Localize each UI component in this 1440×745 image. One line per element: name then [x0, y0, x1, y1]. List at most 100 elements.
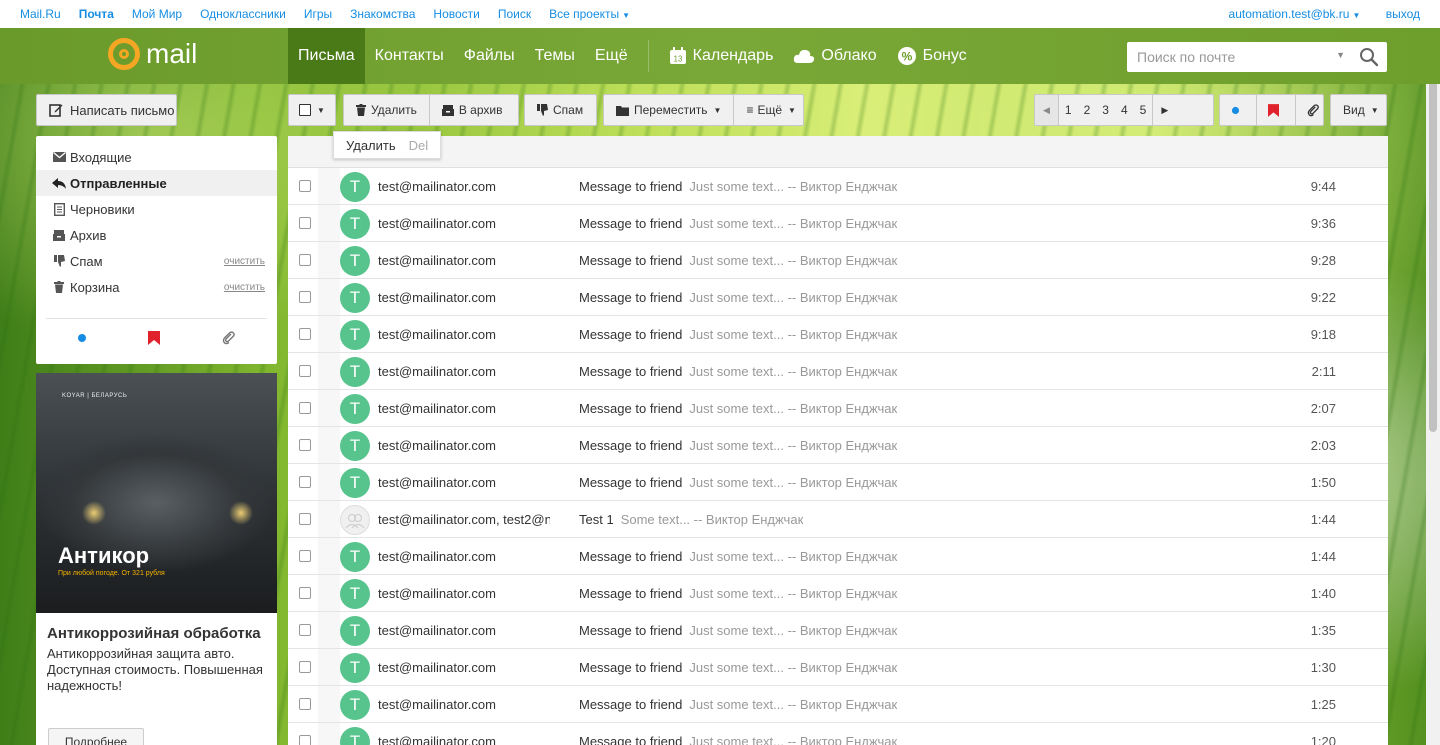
nav-more[interactable]: Ещё — [585, 28, 638, 84]
message-row[interactable]: Ttest@mailinator.com Message to friend Jus… — [288, 427, 1388, 464]
portal-link-games[interactable]: Игры — [304, 7, 332, 21]
portal-link-mail[interactable]: Почта — [79, 7, 114, 21]
folder-sent[interactable]: Отправленные — [36, 170, 277, 196]
select-all-dropdown[interactable]: ▼ — [288, 94, 336, 126]
message-checkbox[interactable] — [299, 291, 311, 303]
message-row[interactable]: Ttest@mailinator.com Message to friend Jus… — [288, 612, 1388, 649]
more-button[interactable]: ≡ Ещё ▼ — [733, 95, 808, 125]
message-row[interactable]: Ttest@mailinator.com Message to friend Jus… — [288, 390, 1388, 427]
folder-trash[interactable]: Корзина очистить — [36, 274, 277, 300]
portal-link-news[interactable]: Новости — [433, 7, 479, 21]
portal-link-myworld[interactable]: Мой Мир — [132, 7, 182, 21]
next-page-icon[interactable]: ▶ — [1152, 95, 1176, 125]
main-header: mail Письма Контакты Файлы Темы Ещё 13 К… — [0, 28, 1440, 84]
nav-themes[interactable]: Темы — [525, 28, 585, 84]
nav-letters[interactable]: Письма — [288, 28, 365, 84]
message-row[interactable]: Ttest@mailinator.com Message to friend Jus… — [288, 205, 1388, 242]
user-menu[interactable]: automation.test@bk.ru ▼ — [1229, 7, 1361, 21]
message-checkbox[interactable] — [299, 550, 311, 562]
message-row[interactable]: Ttest@mailinator.com Message to friend Jus… — [288, 279, 1388, 316]
message-checkbox[interactable] — [299, 217, 311, 229]
avatar-letter: T — [349, 695, 361, 714]
move-button[interactable]: Переместить ▼ — [604, 95, 733, 125]
logout-link[interactable]: выход — [1386, 7, 1420, 21]
message-checkbox[interactable] — [299, 661, 311, 673]
message-checkbox[interactable] — [299, 365, 311, 377]
flag-toggle-icon[interactable] — [1256, 95, 1295, 125]
message-row[interactable]: Ttest@mailinator.com Message to friend Jus… — [288, 723, 1388, 745]
portal-link-ok[interactable]: Одноклассники — [200, 7, 286, 21]
message-row[interactable]: Ttest@mailinator.com Message to friend Jus… — [288, 168, 1388, 205]
search-icon[interactable] — [1359, 47, 1379, 70]
attachment-filter-icon[interactable] — [222, 331, 236, 348]
message-row[interactable]: Ttest@mailinator.com Message to friend Jus… — [288, 538, 1388, 575]
message-checkbox[interactable] — [299, 439, 311, 451]
message-checkbox[interactable] — [299, 513, 311, 525]
message-checkbox[interactable] — [299, 476, 311, 488]
message-checkbox[interactable] — [299, 735, 311, 745]
nav-contacts[interactable]: Контакты — [365, 28, 454, 84]
chevron-down-icon: ▼ — [713, 105, 722, 115]
message-row[interactable]: Ttest@mailinator.com Message to friend Jus… — [288, 686, 1388, 723]
message-checkbox[interactable] — [299, 698, 311, 710]
message-row[interactable]: Ttest@mailinator.com Message to friend Jus… — [288, 575, 1388, 612]
page-scrollbar[interactable] — [1426, 28, 1440, 745]
prev-page-icon[interactable]: ◀ — [1035, 95, 1058, 125]
message-checkbox[interactable] — [299, 180, 311, 192]
nav-cloud[interactable]: Облако — [783, 28, 886, 84]
delete-button[interactable]: Удалить — [344, 95, 429, 125]
message-row[interactable]: Ttest@mailinator.com Message to friend Jus… — [288, 464, 1388, 501]
message-row[interactable]: Ttest@mailinator.com Message to friend Jus… — [288, 316, 1388, 353]
view-button[interactable]: Вид ▼ — [1330, 94, 1387, 126]
archive-icon — [52, 229, 66, 241]
spam-button[interactable]: Спам — [524, 94, 597, 126]
search-input[interactable]: Поиск по почте ▼ — [1127, 42, 1387, 72]
archive-icon — [441, 105, 454, 116]
ad-title[interactable]: Антикоррозийная обработка — [36, 613, 277, 642]
ad-image[interactable]: KOYAR | БЕЛАРУСЬ Антикор При любой погод… — [36, 373, 277, 613]
clean-trash-link[interactable]: очистить — [224, 282, 265, 293]
folder-archive[interactable]: Архив — [36, 222, 277, 248]
nav-files[interactable]: Файлы — [454, 28, 525, 84]
folder-inbox[interactable]: Входящие — [36, 144, 277, 170]
scrollbar-thumb[interactable] — [1429, 32, 1437, 432]
message-row[interactable]: Ttest@mailinator.com Message to friend Jus… — [288, 649, 1388, 686]
page-3[interactable]: 3 — [1096, 95, 1115, 125]
message-subject: Message to friend — [579, 179, 683, 194]
clean-spam-link[interactable]: очистить — [224, 256, 265, 267]
unread-toggle-icon[interactable] — [1220, 95, 1256, 125]
page-1[interactable]: 1 — [1057, 95, 1078, 125]
page-2[interactable]: 2 — [1078, 95, 1097, 125]
message-row[interactable]: Ttest@mailinator.com Message to friend Jus… — [288, 353, 1388, 390]
flag-filter-icon[interactable] — [148, 331, 161, 348]
message-checkbox[interactable] — [299, 254, 311, 266]
nav-calendar[interactable]: 13 Календарь — [659, 28, 784, 84]
archive-button[interactable]: В архив — [428, 95, 515, 125]
portal-link-search[interactable]: Поиск — [498, 7, 531, 21]
folder-spam[interactable]: Спам очистить — [36, 248, 277, 274]
message-time: 1:50 — [1310, 475, 1336, 490]
message-checkbox[interactable] — [299, 587, 311, 599]
ad-block[interactable]: KOYAR | БЕЛАРУСЬ Антикор При любой погод… — [36, 373, 277, 745]
mail-logo[interactable]: mail — [108, 38, 197, 70]
message-checkbox[interactable] — [299, 328, 311, 340]
compose-button[interactable]: Написать письмо — [36, 94, 177, 126]
ad-more-button[interactable]: Подробнее — [48, 728, 144, 745]
page-5[interactable]: 5 — [1134, 95, 1153, 125]
message-subject-line: Message to friend Just some text... -- Ви… — [579, 253, 897, 268]
message-row[interactable]: test@mailinator.com, test2@n Test 1 Some t… — [288, 501, 1388, 538]
page-4[interactable]: 4 — [1115, 95, 1134, 125]
unread-filter-icon[interactable] — [77, 331, 87, 348]
folder-drafts[interactable]: Черновики — [36, 196, 277, 222]
message-subject-line: Message to friend Just some text... -- Ви… — [579, 697, 897, 712]
search-options-chevron-icon[interactable]: ▼ — [1336, 50, 1345, 60]
nav-bonus[interactable]: % Бонус — [887, 28, 977, 84]
message-checkbox[interactable] — [299, 402, 311, 414]
all-projects-label: Все проекты — [549, 7, 620, 21]
all-projects-menu[interactable]: Все проекты ▼ — [549, 7, 630, 21]
message-checkbox[interactable] — [299, 624, 311, 636]
portal-link-mailru[interactable]: Mail.Ru — [20, 7, 61, 21]
message-row[interactable]: Ttest@mailinator.com Message to friend Jus… — [288, 242, 1388, 279]
portal-link-dating[interactable]: Знакомства — [350, 7, 415, 21]
message-subject-line: Message to friend Just some text... -- Ви… — [579, 438, 897, 453]
